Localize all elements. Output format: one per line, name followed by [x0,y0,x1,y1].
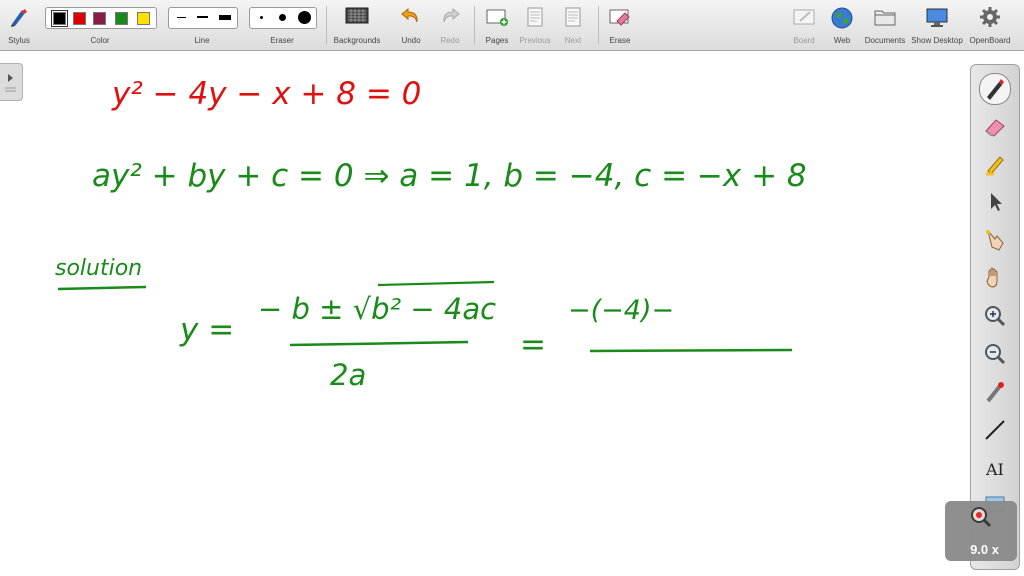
documents-button[interactable]: Documents [862,0,908,50]
pen-icon [987,79,1004,100]
zoom-level: 9.0 x [970,542,999,557]
eraser-medium-option[interactable] [279,14,286,21]
web-button[interactable]: Web [826,0,858,50]
pages-button[interactable]: Pages [482,0,512,50]
line-icon [985,420,1005,440]
openboard-button[interactable]: OpenBoard [966,0,1014,50]
hand-tool-button[interactable] [980,263,1010,293]
main-toolbar: Stylus Color Line Eraser Backgrounds Und… [0,0,1024,51]
line-tool-button[interactable] [980,415,1010,445]
board-button[interactable]: Board [788,0,820,50]
folder-icon [874,10,896,26]
hand-icon [986,267,998,288]
redo-icon [443,7,460,23]
arrow-cursor-icon [991,193,1002,211]
equation-line-1: y² − 4y − x + 8 = 0 [111,76,421,112]
line-thin-option[interactable] [177,17,186,18]
gear-icon [980,7,1000,27]
text-icon: AI [985,460,1004,479]
eraser-group: Eraser [248,0,317,50]
laser-pointer-tool-button[interactable] [980,377,1010,407]
step-numerator: −(−4)− [568,295,674,326]
stylus-button[interactable]: Stylus [2,0,36,50]
zoom-indicator: 9.0 x [945,501,1017,561]
solution-heading: solution [55,256,142,281]
line-medium-option[interactable] [197,16,208,18]
monitor-icon [926,8,948,27]
eraser-icon [985,119,1005,137]
color-red-swatch[interactable] [73,12,86,25]
formula-lhs: y = [179,312,234,348]
color-green-swatch[interactable] [115,12,128,25]
pointing-hand-icon [986,230,1004,251]
step-fraction-bar [589,348,793,353]
highlighter-icon [986,156,1004,176]
show-desktop-button[interactable]: Show Desktop [910,0,964,50]
svg-text:AI: AI [985,460,1004,479]
selector-tool-button[interactable] [980,187,1010,217]
highlighter-tool-button[interactable] [980,149,1010,179]
equation-line-2: ay² + by + c = 0 ⇒ a = 1, b = −4, c = −x… [92,158,807,194]
zoom-in-tool-button[interactable] [980,301,1010,331]
eraser-small-option[interactable] [260,16,263,19]
fraction-bar [289,340,469,347]
next-page-button[interactable]: Next [558,0,588,50]
backgrounds-icon [345,7,369,24]
erase-button[interactable]: Erase [604,0,636,50]
stylus-icon [11,9,27,27]
interact-tool-button[interactable] [980,225,1010,255]
eraser-large-option[interactable] [298,11,311,24]
sqrt-vinculum [377,280,495,287]
undo-button[interactable]: Undo [396,0,426,50]
zoom-out-tool-button[interactable] [980,339,1010,369]
backgrounds-button[interactable]: Backgrounds [330,0,384,50]
redo-button[interactable]: Redo [435,0,465,50]
whiteboard-canvas[interactable]: y² − 4y − x + 8 = 0 ay² + by + c = 0 ⇒ a… [0,51,1024,576]
zoom-out-icon [985,344,1006,365]
stylus-palette: AI [970,64,1020,570]
line-thick-option[interactable] [219,15,231,20]
color-yellow-swatch[interactable] [137,12,150,25]
add-page-icon [486,9,508,26]
line-group: Line [167,0,238,50]
previous-page-icon [527,7,543,27]
color-black-swatch[interactable] [51,10,68,27]
zoom-in-icon [985,306,1006,327]
text-tool-button[interactable]: AI [980,453,1010,483]
laser-pointer-icon [986,382,1004,403]
eraser-tool-button[interactable] [980,111,1010,141]
formula-denominator: 2a [330,358,366,392]
erase-board-icon [609,9,630,26]
color-group: Color [44,0,157,50]
formula-numerator: − b ± √b² − 4ac [258,292,496,326]
color-purple-swatch[interactable] [93,12,106,25]
previous-page-button[interactable]: Previous [518,0,552,50]
heading-underline [57,285,147,291]
next-page-icon [565,7,581,27]
formula-equals: = [520,327,546,363]
board-icon [793,9,815,25]
undo-icon [401,7,418,23]
pen-tool-button[interactable] [979,73,1011,105]
zoom-reset-icon[interactable] [967,503,997,533]
globe-icon [831,7,853,29]
